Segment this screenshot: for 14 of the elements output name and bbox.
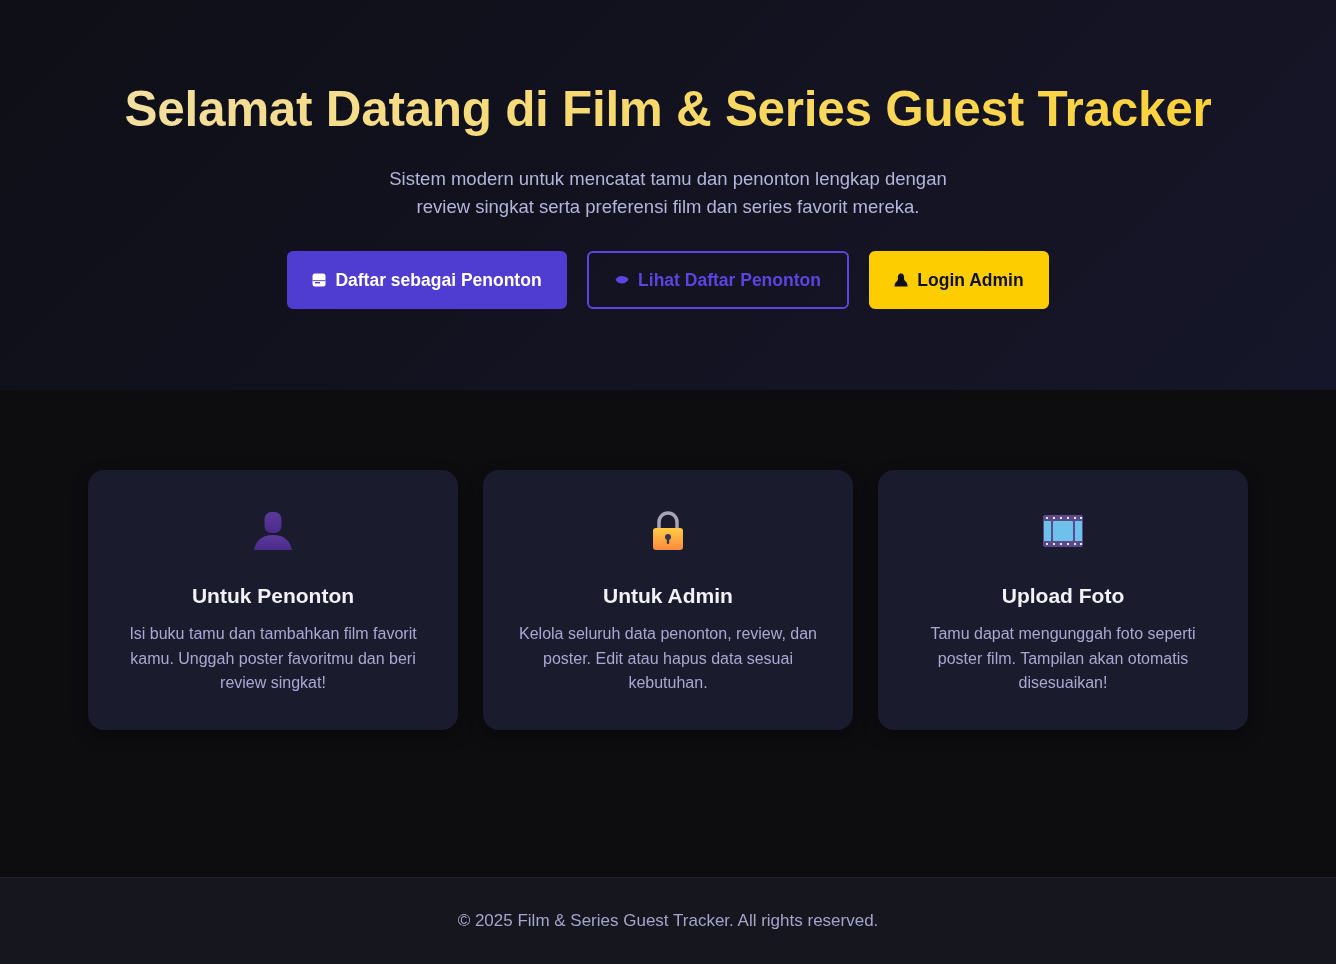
person-icon <box>253 511 293 551</box>
film-strip-icon <box>1043 515 1083 547</box>
card-title: Upload Foto <box>1001 584 1125 608</box>
register-button[interactable]: Daftar sebagai Penonton <box>287 251 567 309</box>
person-silhouette-icon <box>894 273 909 287</box>
hero-subtitle: Sistem modern untuk mencatat tamu dan penonton lengkap dengan review singkat serta preferensi film dan series favorit mereka. <box>388 167 948 219</box>
form-icon <box>312 273 327 287</box>
copyright-text: © 2025 Film & Series Guest Tracker. All rights reserved. <box>457 911 879 931</box>
login-button[interactable]: Login Admin <box>869 251 1049 309</box>
card-description: Kelola seluruh data penonton, review, dan poster. Edit atau hapus data sesuai kebutuhan. <box>518 624 818 693</box>
card-description: Tamu dapat mengunggah foto seperti poster film. Tampilan akan otomatis disesuaikan! <box>929 624 1197 693</box>
card-title: Untuk Penonton <box>191 584 355 608</box>
card-title: Untuk Admin <box>603 584 733 608</box>
card-description: Isi buku tamu dan tambahkan film favorit kamu. Unggah poster favoritmu dan beri review singkat! <box>128 624 418 693</box>
